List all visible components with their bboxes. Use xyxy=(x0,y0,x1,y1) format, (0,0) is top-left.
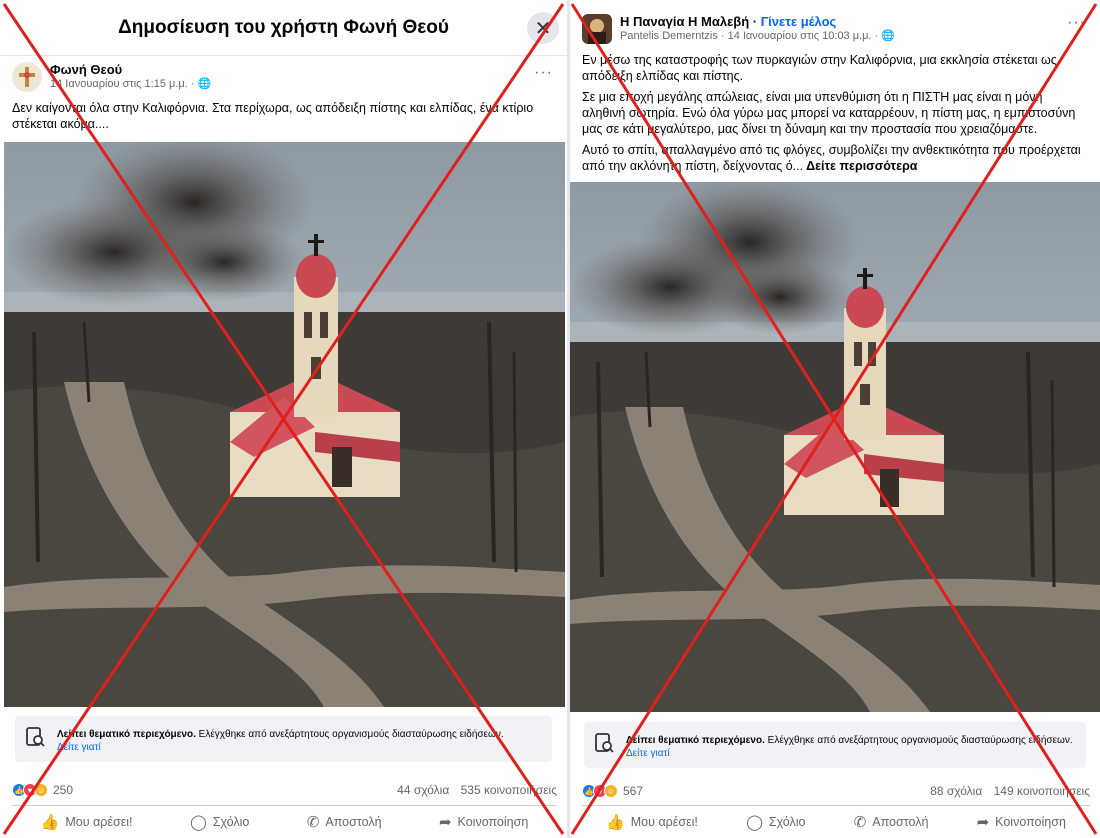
post-photo[interactable] xyxy=(4,142,565,707)
send-label: Αποστολή xyxy=(325,814,382,829)
fact-check-notice: Λείπει θεματικό περιεχόμενο. Ελέγχθηκε α… xyxy=(15,716,552,762)
engagement-stats: 👍 ♥ ☺ 567 88 σχόλια 149 κοινοποιήσεις xyxy=(582,783,1090,799)
comment-icon: ◯ xyxy=(746,813,763,831)
send-label: Αποστολή xyxy=(872,814,929,829)
right-post-screenshot: Η Παναγία Η Μαλεβή · Γίνετε μέλος Pantel… xyxy=(570,0,1100,838)
see-more-link[interactable]: Δείτε περισσότερα xyxy=(803,159,917,173)
share-button[interactable]: ➦ Κοινοποίηση xyxy=(977,813,1066,831)
group-avatar[interactable] xyxy=(582,14,612,44)
share-label: Κοινοποίηση xyxy=(995,814,1066,829)
globe-icon: 🌐 xyxy=(881,30,895,42)
post-paragraph-3: Αυτό το σπίτι, απαλλαγμένο από τις φλόγε… xyxy=(570,142,1100,174)
like-label: Μου αρέσει! xyxy=(630,814,698,829)
share-label: Κοινοποίηση xyxy=(457,814,529,829)
post-paragraph-2: Σε μια εποχή μεγάλης απώλειας, είναι μια… xyxy=(582,90,1076,136)
post-timestamp[interactable]: 14 Ιανουαρίου στις 1:15 μ.μ. · xyxy=(50,78,198,90)
group-name[interactable]: Η Παναγία Η Μαλεβή xyxy=(620,14,749,29)
post-paragraph-1: Εν μέσω της καταστροφής των πυρκαγιών στ… xyxy=(582,53,1057,83)
dialog-title: Δημοσίευση του χρήστη Φωνή Θεού xyxy=(118,16,449,38)
name-separator: · xyxy=(749,14,761,29)
globe-icon: 🌐 xyxy=(197,78,212,90)
send-button[interactable]: ✆ Αποστολή xyxy=(854,813,929,831)
shares-count[interactable]: 535 κοινοποιήσεις xyxy=(461,783,557,797)
dialog-header: Δημοσίευση του χρήστη Φωνή Θεού ✕ xyxy=(0,0,567,56)
see-why-link[interactable]: Δείτε γιατί xyxy=(626,748,1073,759)
fact-check-bold: Λείπει θεματικό περιεχόμενο. xyxy=(57,729,196,740)
share-icon: ➦ xyxy=(438,813,452,831)
comment-label: Σχόλιο xyxy=(768,814,806,829)
engagement-stats: 👍 ♥ ☺ 250 44 σχόλια 535 κοινοποιήσεις xyxy=(12,782,557,798)
post-author-timestamp[interactable]: Pantelis Demerntzis · 14 Ιανουαρίου στις… xyxy=(620,30,881,42)
join-group-link[interactable]: Γίνετε μέλος xyxy=(761,14,837,29)
more-options-icon[interactable]: ··· xyxy=(534,64,553,82)
church-fire-photo xyxy=(570,182,1100,712)
comment-icon: ◯ xyxy=(189,813,207,831)
like-label: Μου αρέσει! xyxy=(65,814,133,829)
reaction-count: 250 xyxy=(53,783,74,797)
left-post-screenshot: Δημοσίευση του χρήστη Φωνή Θεού ✕ Φωνή Θ… xyxy=(0,0,567,838)
post-meta: Pantelis Demerntzis · 14 Ιανουαρίου στις… xyxy=(620,29,895,43)
comment-button[interactable]: ◯ Σχόλιο xyxy=(746,813,805,831)
thumbs-up-icon: 👍 xyxy=(40,813,60,831)
fact-check-desc: Ελέγχθηκε από ανεξάρτητους οργανισμούς δ… xyxy=(195,729,504,740)
send-button[interactable]: ✆ Αποστολή xyxy=(307,813,382,831)
shares-count[interactable]: 149 κοινοποιήσεις xyxy=(994,784,1090,798)
reactions-summary[interactable]: 👍 ♥ ☺ 567 xyxy=(582,784,643,798)
fact-check-icon xyxy=(26,727,45,747)
thumbs-up-icon: 👍 xyxy=(606,813,625,831)
church-fire-photo xyxy=(4,142,565,707)
group-header: Η Παναγία Η Μαλεβή · Γίνετε μέλος xyxy=(620,14,895,29)
post-author-row: Φωνή Θεού 14 Ιανουαρίου στις 1:15 μ.μ. ·… xyxy=(0,56,567,92)
comment-label: Σχόλιο xyxy=(212,814,250,829)
fact-check-bold: Λείπει θεματικό περιεχόμενο. xyxy=(626,735,765,746)
comments-count[interactable]: 88 σχόλια xyxy=(930,784,982,798)
messenger-icon: ✆ xyxy=(853,813,867,831)
reactions-summary[interactable]: 👍 ♥ ☺ 250 xyxy=(12,783,73,797)
post-actions: 👍 Μου αρέσει! ◯ Σχόλιο ✆ Αποστολή ➦ Κοινοποί… xyxy=(12,805,557,837)
comments-count[interactable]: 44 σχόλια xyxy=(397,783,449,797)
author-name[interactable]: Φωνή Θεού xyxy=(50,62,211,77)
fact-check-text: Λείπει θεματικό περιεχόμενο. Ελέγχθηκε α… xyxy=(626,735,1073,746)
post-text: Δεν καίγονται όλα στην Καλιφόρνια. Στα π… xyxy=(12,101,534,131)
post-actions: 👍 Μου αρέσει! ◯ Σχόλιο ✆ Αποστολή ➦ Κοινοποί… xyxy=(582,805,1090,837)
care-reaction-icon: ☺ xyxy=(34,783,48,797)
post-meta: 14 Ιανουαρίου στις 1:15 μ.μ. · 🌐 xyxy=(50,77,211,91)
like-button[interactable]: 👍 Μου αρέσει! xyxy=(606,813,698,831)
care-reaction-icon: ☺ xyxy=(604,784,618,798)
close-icon[interactable]: ✕ xyxy=(527,12,559,44)
avatar[interactable] xyxy=(12,62,42,92)
like-button[interactable]: 👍 Μου αρέσει! xyxy=(41,813,133,831)
share-button[interactable]: ➦ Κοινοποίηση xyxy=(439,813,528,831)
reaction-count: 567 xyxy=(623,784,644,798)
share-icon: ➦ xyxy=(976,813,990,831)
post-author-row: Η Παναγία Η Μαλεβή · Γίνετε μέλος Pantel… xyxy=(570,0,1100,44)
more-options-icon[interactable]: ··· xyxy=(1067,14,1086,32)
messenger-icon: ✆ xyxy=(306,813,320,831)
fact-check-desc: Ελέγχθηκε από ανεξάρτητους οργανισμούς δ… xyxy=(764,735,1073,746)
post-photo[interactable] xyxy=(570,182,1100,712)
fact-check-text: Λείπει θεματικό περιεχόμενο. Ελέγχθηκε α… xyxy=(57,729,504,740)
comment-button[interactable]: ◯ Σχόλιο xyxy=(190,813,249,831)
see-why-link[interactable]: Δείτε γιατί xyxy=(57,742,504,753)
fact-check-icon xyxy=(595,733,614,753)
fact-check-notice: Λείπει θεματικό περιεχόμενο. Ελέγχθηκε α… xyxy=(584,722,1086,768)
